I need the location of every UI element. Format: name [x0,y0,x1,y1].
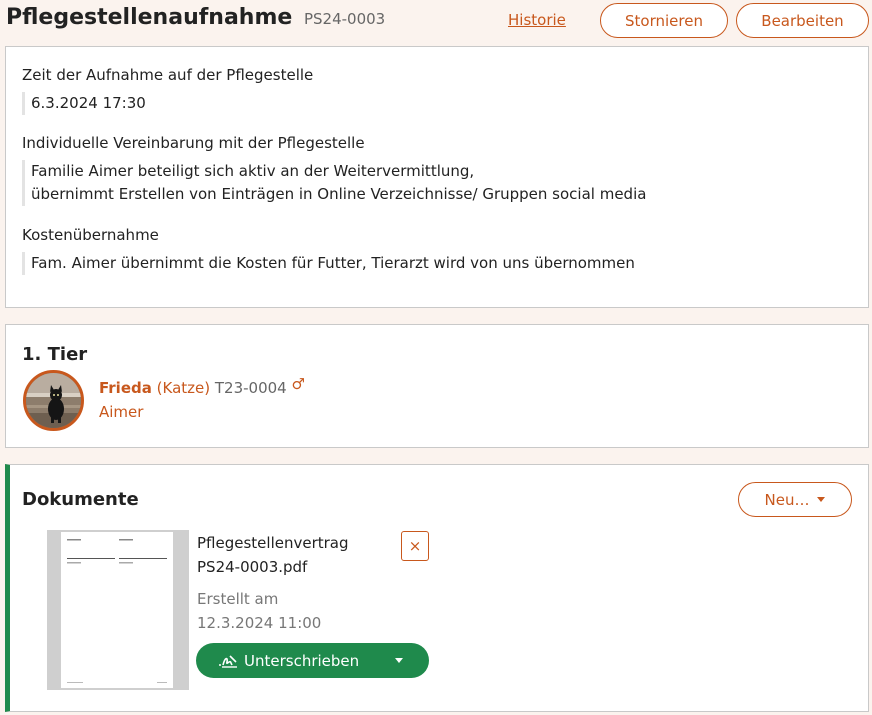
animal-id: T23-0004 [214,379,287,397]
document-created-value: 12.3.2024 11:00 [197,614,322,632]
signed-status-button[interactable]: Unterschrieben [196,643,429,678]
cancel-button[interactable]: Stornieren [600,3,728,38]
signed-status-label: Unterschrieben [244,651,360,670]
page-header: Pflegestellenaufnahme PS24-0003 Historie… [0,0,872,40]
document-filename-line-2: PS24-0003.pdf [197,558,308,576]
edit-button[interactable]: Bearbeiten [736,3,869,38]
cat-photo [26,373,81,428]
agreement-line-2: übernimmt Erstellen von Einträgen in Onl… [31,185,647,203]
animal-avatar[interactable] [23,370,84,431]
document-filename: Pflegestellenvertrag PS24-0003.pdf [197,531,349,579]
animal-card: 1. Tier Frieda (Katze) T23-0004 ♂ Aimer [5,324,869,448]
caret-down-icon [395,658,403,663]
close-icon: × [408,537,422,555]
animal-owner-link[interactable]: Aimer [99,403,143,421]
agreement-line-1: Familie Aimer beteiligt sich aktiv an de… [31,162,475,180]
cost-value: Fam. Aimer übernimmt die Kosten für Futt… [22,252,635,275]
agreement-value: Familie Aimer beteiligt sich aktiv an de… [22,160,646,206]
animal-info: Frieda (Katze) T23-0004 ♂ [99,375,305,397]
pdf-page-preview [61,532,173,688]
male-gender-icon: ♂ [291,375,305,393]
documents-title: Dokumente [22,489,139,510]
document-created: Erstellt am 12.3.2024 11:00 [197,587,321,635]
new-document-label: Neu… [764,490,810,509]
time-label: Zeit der Aufnahme auf der Pflegestelle [22,66,314,84]
record-id: PS24-0003 [303,10,386,28]
agreement-label: Individuelle Vereinbarung mit der Pflege… [22,134,365,152]
animal-name[interactable]: Frieda [99,379,152,397]
page-title: Pflegestellenaufnahme PS24-0003 [6,5,385,30]
history-link[interactable]: Historie [508,11,566,29]
animal-section-title: 1. Tier [22,344,88,365]
delete-document-button[interactable]: × [401,531,429,561]
document-created-label: Erstellt am [197,590,279,608]
time-value: 6.3.2024 17:30 [22,92,146,115]
pdf-preview-graphic [67,539,167,683]
new-document-button[interactable]: Neu… [738,482,852,517]
animal-species: (Katze) [156,379,211,397]
documents-card: Dokumente Neu… Pflegestellenvertrag PS24… [5,464,869,712]
page-title-text: Pflegestellenaufnahme [6,5,293,30]
signature-icon [219,654,237,668]
document-filename-line-1: Pflegestellenvertrag [197,534,349,552]
details-card: Zeit der Aufnahme auf der Pflegestelle 6… [5,46,869,308]
cost-label: Kostenübernahme [22,226,159,244]
document-thumbnail[interactable] [47,530,189,690]
caret-down-icon [817,497,826,502]
